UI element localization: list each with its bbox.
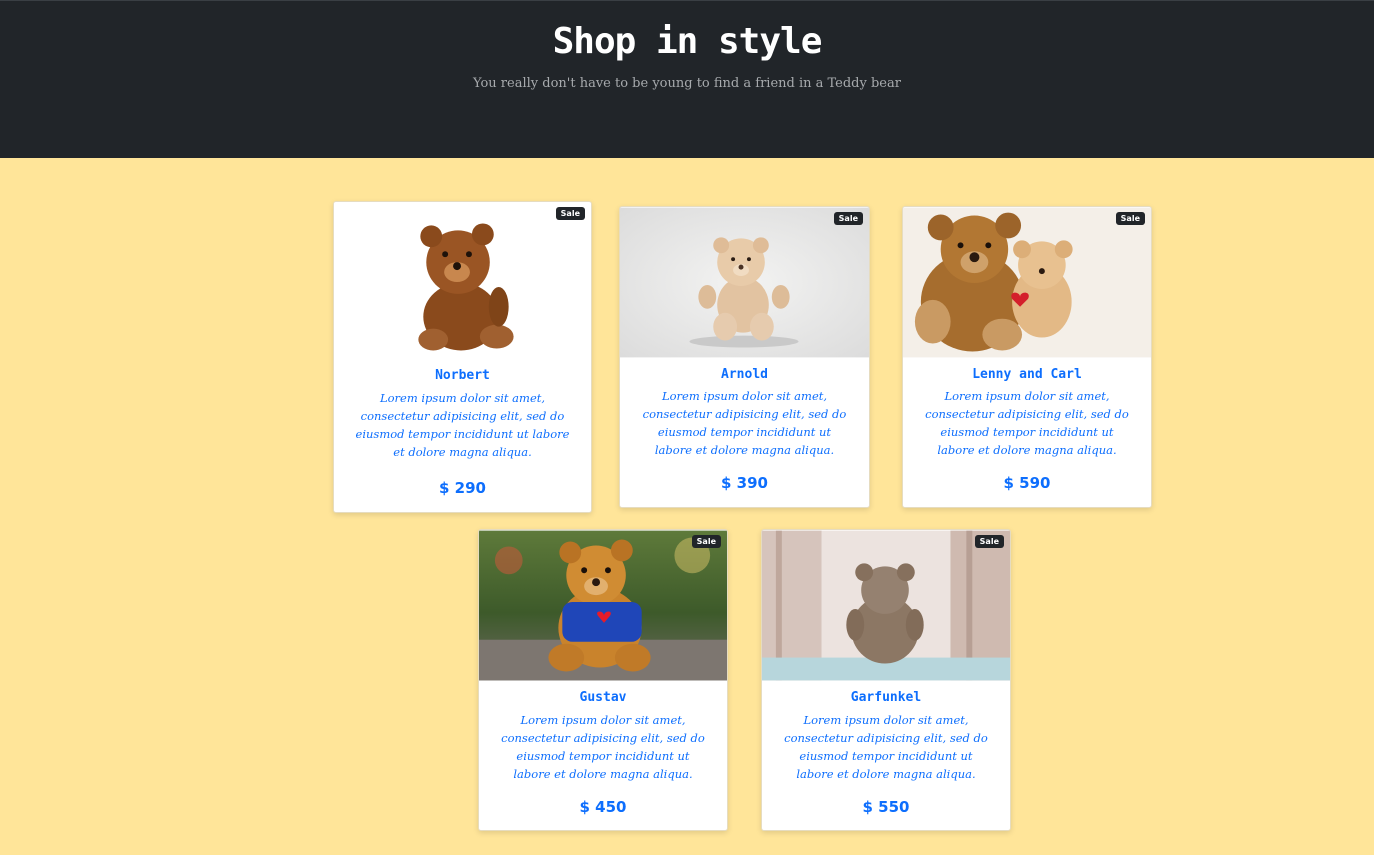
product-card-lenny-and-carl[interactable]: Sale Lenny and Carl Lorem ipsum dolor si… xyxy=(902,206,1152,508)
product-image[interactable]: Sale xyxy=(479,530,727,681)
sale-badge: Sale xyxy=(974,535,1004,548)
sale-badge: Sale xyxy=(833,212,863,225)
product-price: $ 290 xyxy=(439,479,486,497)
product-description: Lorem ipsum dolor sit amet, consectetur … xyxy=(501,713,705,781)
product-name[interactable]: Arnold xyxy=(620,367,869,382)
product-price: $ 450 xyxy=(579,798,627,816)
product-card-arnold[interactable]: Sale Arnold Lorem ipsum dolor sit amet, … xyxy=(619,206,870,508)
product-image[interactable]: Sale xyxy=(903,207,1151,358)
product-description: Lorem ipsum dolor sit amet, consectetur … xyxy=(355,391,570,459)
product-description: Lorem ipsum dolor sit amet, consectetur … xyxy=(784,713,988,781)
teddy-bear-image xyxy=(903,207,1151,358)
product-name[interactable]: Norbert xyxy=(334,368,591,383)
product-name[interactable]: Lenny and Carl xyxy=(903,367,1151,382)
teddy-bear-image xyxy=(620,207,869,358)
product-card-norbert[interactable]: Sale Norbert Lorem ipsum dolor sit amet,… xyxy=(333,201,592,513)
sale-badge: Sale xyxy=(1115,212,1145,225)
product-price: $ 390 xyxy=(721,474,768,492)
product-description: Lorem ipsum dolor sit amet, consectetur … xyxy=(925,389,1129,457)
product-card-gustav[interactable]: Sale Gustav Lorem ipsum dolor sit amet, … xyxy=(478,529,728,831)
product-price: $ 590 xyxy=(1003,474,1051,492)
product-name[interactable]: Garfunkel xyxy=(762,690,1010,705)
page-title: Shop in style xyxy=(552,21,823,62)
product-price: $ 550 xyxy=(862,798,910,816)
teddy-bear-image xyxy=(334,202,591,360)
product-image[interactable]: Sale xyxy=(334,202,591,360)
product-name[interactable]: Gustav xyxy=(479,690,727,705)
product-description: Lorem ipsum dolor sit amet, consectetur … xyxy=(642,389,847,457)
product-image[interactable]: Sale xyxy=(762,530,1010,681)
product-card-garfunkel[interactable]: Sale Garfunkel Lorem ipsum dolor sit ame… xyxy=(761,529,1011,831)
teddy-bear-image xyxy=(479,530,727,681)
hero-header: Shop in style You really don't have to b… xyxy=(0,0,1374,158)
sale-badge: Sale xyxy=(555,207,585,220)
teddy-bear-image xyxy=(762,530,1010,681)
page-subtitle: You really don't have to be young to fin… xyxy=(473,76,901,91)
product-image[interactable]: Sale xyxy=(620,207,869,358)
sale-badge: Sale xyxy=(691,535,721,548)
